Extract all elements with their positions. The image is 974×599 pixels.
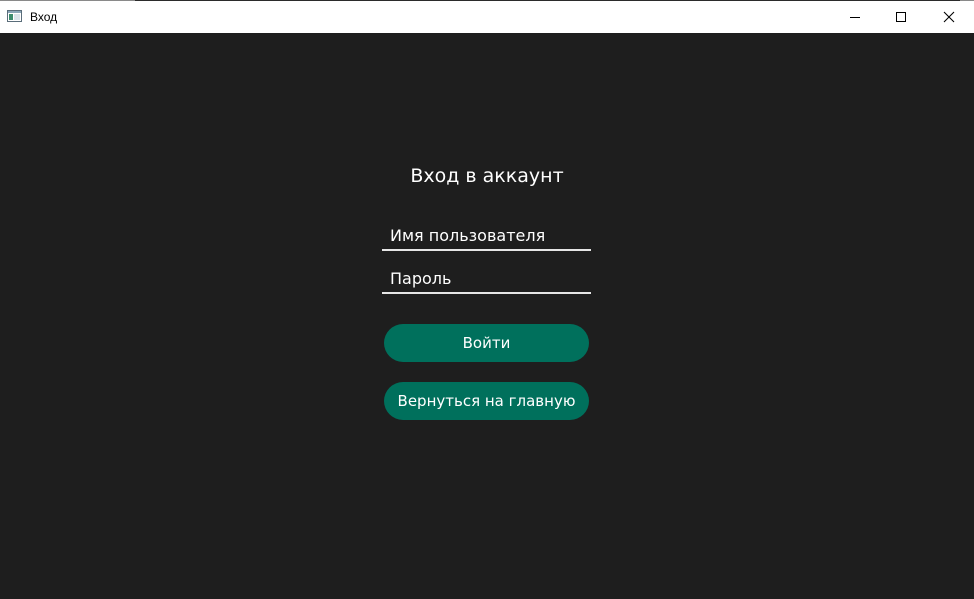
maximize-icon	[896, 12, 906, 22]
app-window-icon	[7, 10, 22, 22]
minimize-button[interactable]	[832, 1, 878, 33]
window-title: Вход	[30, 10, 58, 24]
login-button[interactable]: Войти	[384, 324, 589, 362]
page-title: Вход в аккаунт	[410, 165, 564, 187]
title-bar[interactable]: Вход	[0, 1, 974, 33]
close-icon	[943, 11, 955, 23]
maximize-button[interactable]	[878, 1, 924, 33]
login-window: Вход Вход в аккаунт Войти Вернуться	[0, 0, 974, 599]
password-field-wrapper	[382, 266, 591, 296]
username-field-wrapper	[382, 223, 591, 253]
username-input[interactable]	[382, 223, 591, 251]
login-content: Вход в аккаунт Войти Вернуться на главну…	[0, 33, 974, 599]
password-input[interactable]	[382, 266, 591, 294]
close-button[interactable]	[926, 1, 972, 33]
back-to-main-button[interactable]: Вернуться на главную	[384, 382, 589, 420]
minimize-icon	[850, 17, 860, 18]
